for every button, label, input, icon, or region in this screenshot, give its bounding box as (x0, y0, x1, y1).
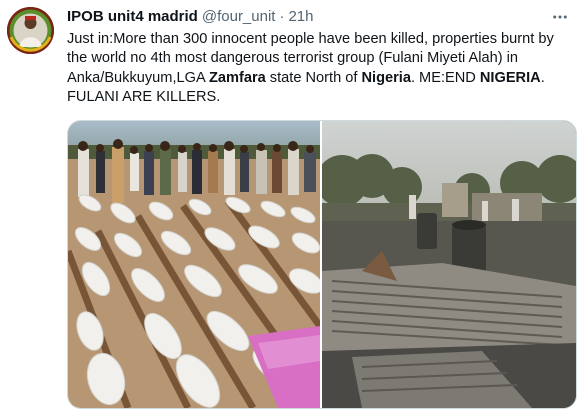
avatar[interactable] (7, 7, 54, 54)
photo-burnt-village[interactable] (322, 121, 576, 408)
tweet-text-segment: state North of (265, 69, 362, 86)
hashtag-nigeria[interactable]: Nigeria (361, 70, 410, 86)
tweet-text: Just in:More than 300 innocent people ha… (67, 30, 573, 108)
timestamp[interactable]: 21h (288, 8, 313, 25)
tweet-header: IPOB unit4 madrid @four_unit · 21h (67, 8, 314, 28)
tweet-text-segment: . ME:END (410, 69, 480, 86)
display-name[interactable]: IPOB unit4 madrid (67, 8, 198, 25)
hashtag-nigeria-caps[interactable]: NIGERIA (480, 70, 541, 86)
more-horizontal-icon (553, 15, 567, 19)
user-handle[interactable]: @four_unit (202, 8, 276, 25)
hashtag-zamfara[interactable]: Zamfara (209, 70, 266, 86)
more-options-button[interactable] (546, 3, 574, 31)
photo-bodies[interactable] (68, 121, 320, 408)
tweet-card[interactable]: IPOB unit4 madrid @four_unit · 21h Just … (0, 0, 582, 413)
separator-dot: · (279, 8, 285, 25)
media-grid (67, 120, 577, 409)
